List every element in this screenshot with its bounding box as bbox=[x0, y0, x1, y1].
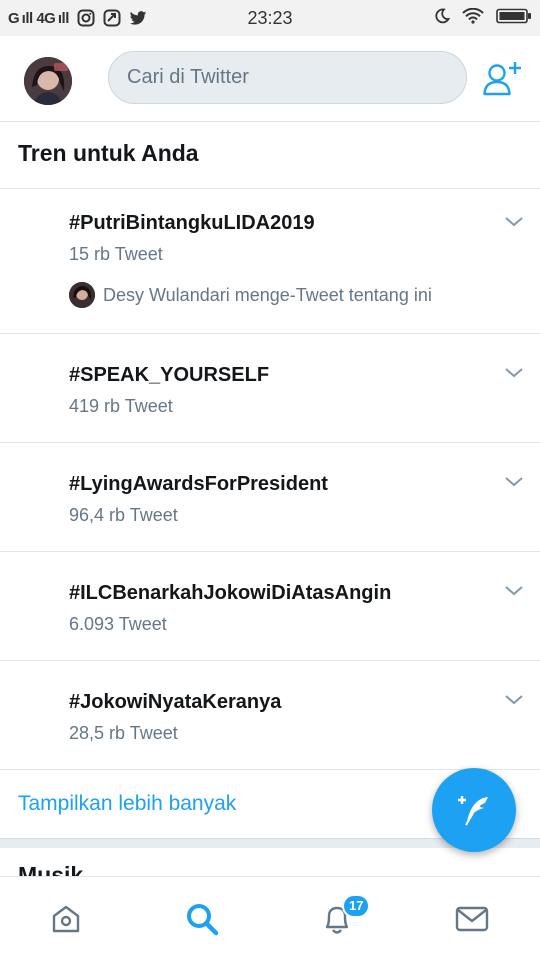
twitter-icon bbox=[129, 9, 147, 27]
trend-name: #JokowiNyataKeranya bbox=[69, 691, 282, 713]
instagram-icon bbox=[77, 9, 95, 27]
bottom-navigation: 17 bbox=[0, 876, 540, 960]
wifi-icon bbox=[462, 7, 484, 29]
trend-tweet-count: 419 rb Tweet bbox=[69, 396, 173, 416]
moon-icon bbox=[434, 8, 451, 29]
trend-item[interactable]: #PutriBintangkuLIDA2019 15 rb Tweet Desy… bbox=[0, 189, 540, 334]
compose-tweet-button[interactable] bbox=[432, 768, 516, 852]
search-field[interactable] bbox=[108, 51, 467, 104]
app-icon bbox=[103, 9, 121, 27]
trend-name: #ILCBenarkahJokowiDiAtasAngin bbox=[69, 582, 392, 604]
screen: G ıll 4G ıll 23:23 Cari di Twitter Tren … bbox=[0, 0, 540, 960]
signal-indicator: G ıll 4G ıll bbox=[8, 9, 69, 27]
chevron-down-icon[interactable] bbox=[503, 693, 525, 707]
status-bar: G ıll 4G ıll 23:23 bbox=[0, 0, 540, 36]
chevron-down-icon[interactable] bbox=[503, 366, 525, 380]
trend-tweet-count: 15 rb Tweet bbox=[69, 244, 163, 264]
trend-tweet-count: 6.093 Tweet bbox=[69, 614, 167, 634]
trend-item[interactable]: #LyingAwardsForPresident 96,4 rb Tweet bbox=[0, 443, 540, 552]
home-icon[interactable] bbox=[46, 899, 86, 939]
messages-icon[interactable] bbox=[452, 899, 492, 939]
trend-name: #LyingAwardsForPresident bbox=[69, 473, 328, 495]
search-input[interactable] bbox=[127, 66, 466, 89]
show-more-link[interactable]: Tampilkan lebih banyak bbox=[18, 792, 236, 816]
battery-icon bbox=[496, 8, 532, 29]
add-user-icon[interactable] bbox=[482, 60, 524, 98]
trend-social-context: Desy Wulandari menge-Tweet tentang ini bbox=[69, 282, 432, 308]
trend-name: #PutriBintangkuLIDA2019 bbox=[69, 212, 315, 234]
chevron-down-icon[interactable] bbox=[503, 215, 525, 229]
top-header bbox=[0, 36, 540, 122]
trend-item[interactable]: #ILCBenarkahJokowiDiAtasAngin 6.093 Twee… bbox=[0, 552, 540, 661]
context-text: Desy Wulandari menge-Tweet tentang ini bbox=[103, 284, 432, 305]
chevron-down-icon[interactable] bbox=[503, 475, 525, 489]
trend-item[interactable]: #JokowiNyataKeranya 28,5 rb Tweet bbox=[0, 661, 540, 770]
trends-title: Tren untuk Anda bbox=[18, 140, 199, 166]
notification-badge: 17 bbox=[342, 894, 371, 918]
trend-name: #SPEAK_YOURSELF bbox=[69, 364, 270, 386]
context-avatar bbox=[69, 282, 95, 308]
chevron-down-icon[interactable] bbox=[503, 584, 525, 598]
trend-tweet-count: 96,4 rb Tweet bbox=[69, 505, 178, 525]
compose-feather-icon bbox=[458, 796, 488, 826]
profile-avatar[interactable] bbox=[24, 57, 72, 105]
trend-item[interactable]: #SPEAK_YOURSELF 419 rb Tweet bbox=[0, 334, 540, 443]
search-icon[interactable] bbox=[182, 899, 222, 939]
trend-tweet-count: 28,5 rb Tweet bbox=[69, 723, 178, 743]
